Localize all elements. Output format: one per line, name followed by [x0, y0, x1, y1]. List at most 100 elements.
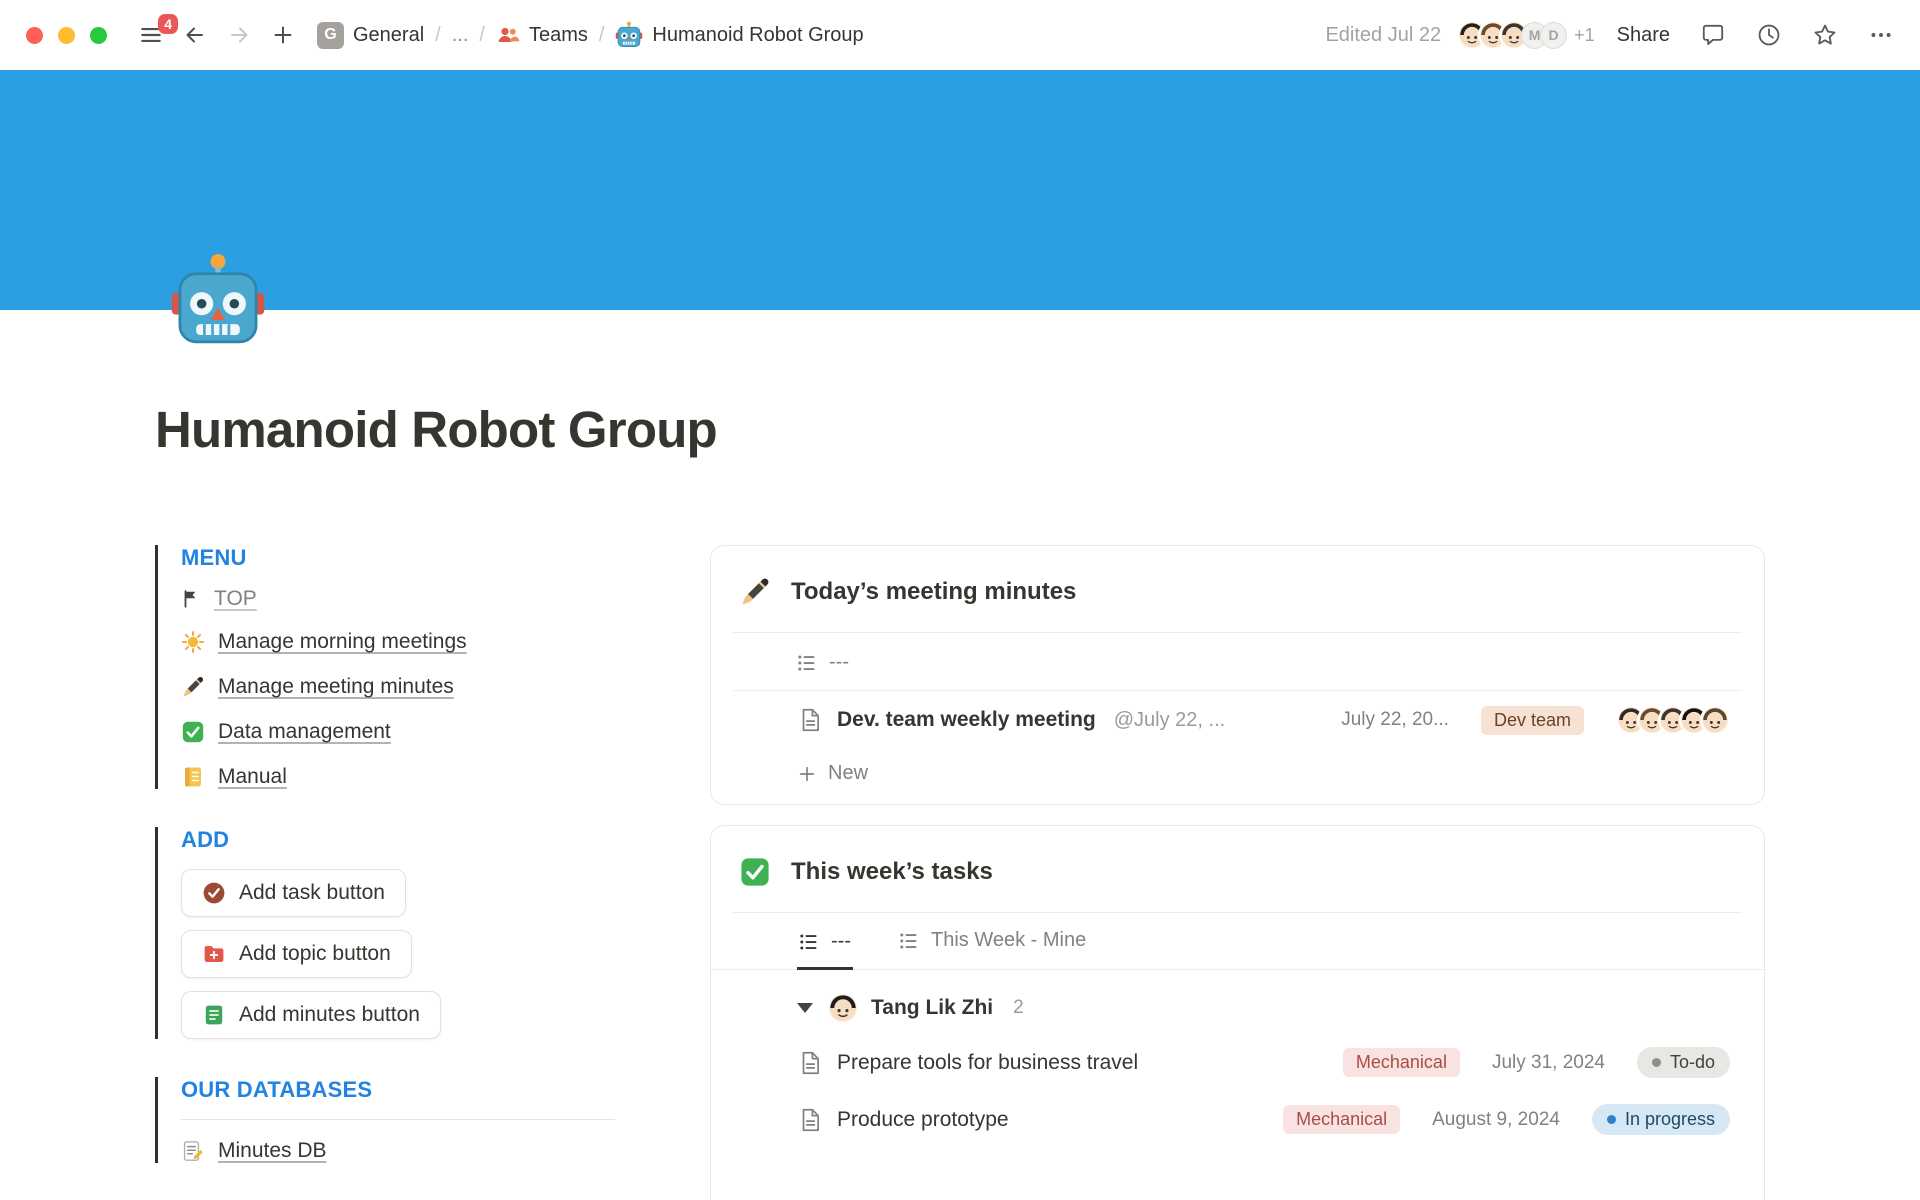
- card-title: Today’s meeting minutes: [791, 578, 1076, 606]
- meeting-minutes-card-header[interactable]: Today’s meeting minutes: [711, 546, 1764, 632]
- sun-icon: [181, 630, 205, 654]
- presence-avatars: M D +1: [1457, 20, 1595, 50]
- edited-timestamp: Edited Jul 22: [1325, 24, 1441, 47]
- memo-icon: [181, 1139, 205, 1163]
- titlebar-actions: [1700, 22, 1894, 48]
- add-task-button[interactable]: Add task button: [181, 869, 406, 917]
- task-row-properties: Mechanical August 9, 2024 In progress: [1283, 1104, 1730, 1135]
- brown-check-circle-icon: [202, 881, 226, 905]
- team-tag: Dev team: [1481, 706, 1584, 735]
- group-header-row: Tang Lik Zhi 2: [711, 970, 1764, 1034]
- meeting-row[interactable]: Dev. team weekly meeting @July 22, ... J…: [711, 691, 1764, 749]
- collapse-toggle-icon[interactable]: [797, 1003, 813, 1013]
- plus-icon: [797, 764, 817, 784]
- workspace-logo: G: [317, 22, 344, 49]
- due-date: July 31, 2024: [1492, 1052, 1605, 1074]
- new-tab-button[interactable]: [265, 17, 301, 53]
- left-column: MENU TOP Manage morning meetings Manage …: [155, 545, 615, 1200]
- menu-link-meeting-minutes[interactable]: Manage meeting minutes: [181, 675, 615, 699]
- attendee-avatar[interactable]: [1700, 705, 1730, 735]
- breadcrumb-item-collapsed[interactable]: ...: [452, 24, 469, 47]
- right-column: Today’s meeting minutes --- Dev. team we…: [710, 545, 1765, 1200]
- database-link-label: Minutes DB: [218, 1139, 327, 1163]
- menu-link-label: Manual: [218, 765, 287, 789]
- menu-link-manual[interactable]: Manual: [181, 765, 615, 789]
- status-label: In progress: [1625, 1109, 1715, 1130]
- menu-link-morning-meetings[interactable]: Manage morning meetings: [181, 630, 615, 654]
- page-icon: [797, 1107, 823, 1133]
- task-row[interactable]: Produce prototype Mechanical August 9, 2…: [711, 1091, 1764, 1148]
- breadcrumb-separator: /: [599, 24, 605, 47]
- sidebar-toggle-button[interactable]: 4: [133, 17, 169, 53]
- green-check-icon: [181, 720, 205, 744]
- breadcrumb-separator: /: [435, 24, 441, 47]
- breadcrumb-item-page[interactable]: Humanoid Robot Group: [615, 21, 863, 49]
- task-title: Produce prototype: [837, 1108, 1009, 1132]
- meeting-title: Dev. team weekly meeting: [837, 708, 1096, 732]
- category-tag: Mechanical: [1283, 1105, 1400, 1134]
- databases-heading: OUR DATABASES: [181, 1077, 615, 1103]
- people-icon: [496, 23, 520, 47]
- task-row-properties: Mechanical July 31, 2024 To-do: [1343, 1047, 1730, 1078]
- menu-link-label: Data management: [218, 720, 391, 744]
- attendee-avatars: [1616, 705, 1730, 735]
- menu-section: MENU TOP Manage morning meetings Manage …: [155, 545, 615, 789]
- view-tab-label: ---: [831, 930, 851, 953]
- add-topic-button[interactable]: Add topic button: [181, 930, 412, 978]
- green-check-icon: [739, 856, 771, 888]
- status-dot-icon: [1652, 1058, 1661, 1067]
- weekly-tasks-card: This week’s tasks --- This Week - Mine: [710, 825, 1765, 1200]
- user-avatar-letter[interactable]: D: [1540, 22, 1567, 49]
- notification-badge: 4: [158, 14, 178, 34]
- view-tab-label: ---: [829, 651, 849, 674]
- button-label: Add task button: [239, 881, 385, 905]
- add-minutes-button[interactable]: Add minutes button: [181, 991, 441, 1039]
- ledger-icon: [181, 765, 205, 789]
- share-button[interactable]: Share: [1617, 24, 1670, 47]
- database-link-minutes-db[interactable]: Minutes DB: [181, 1139, 615, 1163]
- task-row[interactable]: Prepare tools for business travel Mechan…: [711, 1034, 1764, 1091]
- breadcrumb-label: Teams: [529, 24, 588, 47]
- window-titlebar: 4 G General / ... / Teams / Humanoid Rob…: [0, 0, 1920, 70]
- page-icon-robot[interactable]: [169, 252, 267, 350]
- clock-icon[interactable]: [1756, 22, 1782, 48]
- card-overflow-spacer: [711, 1148, 1764, 1200]
- view-tab-this-week-mine[interactable]: This Week - Mine: [897, 913, 1088, 969]
- meeting-minutes-card: Today’s meeting minutes --- Dev. team we…: [710, 545, 1765, 805]
- zoom-window-button[interactable]: [90, 27, 107, 44]
- status-label: To-do: [1670, 1052, 1715, 1073]
- minimize-window-button[interactable]: [58, 27, 75, 44]
- titlebar-right: Edited Jul 22 M D +1 Share: [1325, 20, 1894, 50]
- task-title: Prepare tools for business travel: [837, 1051, 1138, 1075]
- breadcrumb-item-teams[interactable]: Teams: [496, 23, 588, 47]
- presence-overflow-count[interactable]: +1: [1574, 25, 1595, 46]
- traffic-lights: [26, 27, 107, 44]
- comment-icon[interactable]: [1700, 22, 1726, 48]
- weekly-tasks-card-header[interactable]: This week’s tasks: [711, 826, 1764, 912]
- writing-hand-icon: [181, 675, 205, 699]
- ellipsis-icon[interactable]: [1868, 22, 1894, 48]
- status-badge: In progress: [1592, 1104, 1730, 1135]
- star-icon[interactable]: [1812, 22, 1838, 48]
- back-button[interactable]: [177, 17, 213, 53]
- back-arrow-icon: [183, 23, 207, 47]
- divider: [181, 1119, 615, 1120]
- add-section: ADD Add task button Add topic button Add…: [155, 827, 615, 1039]
- forward-button[interactable]: [221, 17, 257, 53]
- meeting-row-properties: July 22, 20... Dev team: [1341, 705, 1730, 735]
- group-count: 2: [1013, 997, 1024, 1019]
- new-row-label: New: [828, 762, 868, 785]
- meeting-date: July 22, 20...: [1341, 709, 1449, 731]
- date-mention: @July 22, ...: [1114, 709, 1225, 732]
- view-tab-label: This Week - Mine: [931, 929, 1086, 952]
- view-tabs: --- This Week - Mine: [711, 913, 1764, 970]
- menu-link-top[interactable]: TOP: [181, 587, 615, 611]
- breadcrumb-item-general[interactable]: G General: [317, 22, 424, 49]
- menu-link-data-management[interactable]: Data management: [181, 720, 615, 744]
- linked-view-tab[interactable]: ---: [711, 633, 1764, 690]
- new-row-button[interactable]: New: [711, 749, 1764, 804]
- view-tab-default[interactable]: ---: [797, 914, 853, 970]
- close-window-button[interactable]: [26, 27, 43, 44]
- page-title: Humanoid Robot Group: [155, 400, 1765, 459]
- red-folder-icon: [202, 942, 226, 966]
